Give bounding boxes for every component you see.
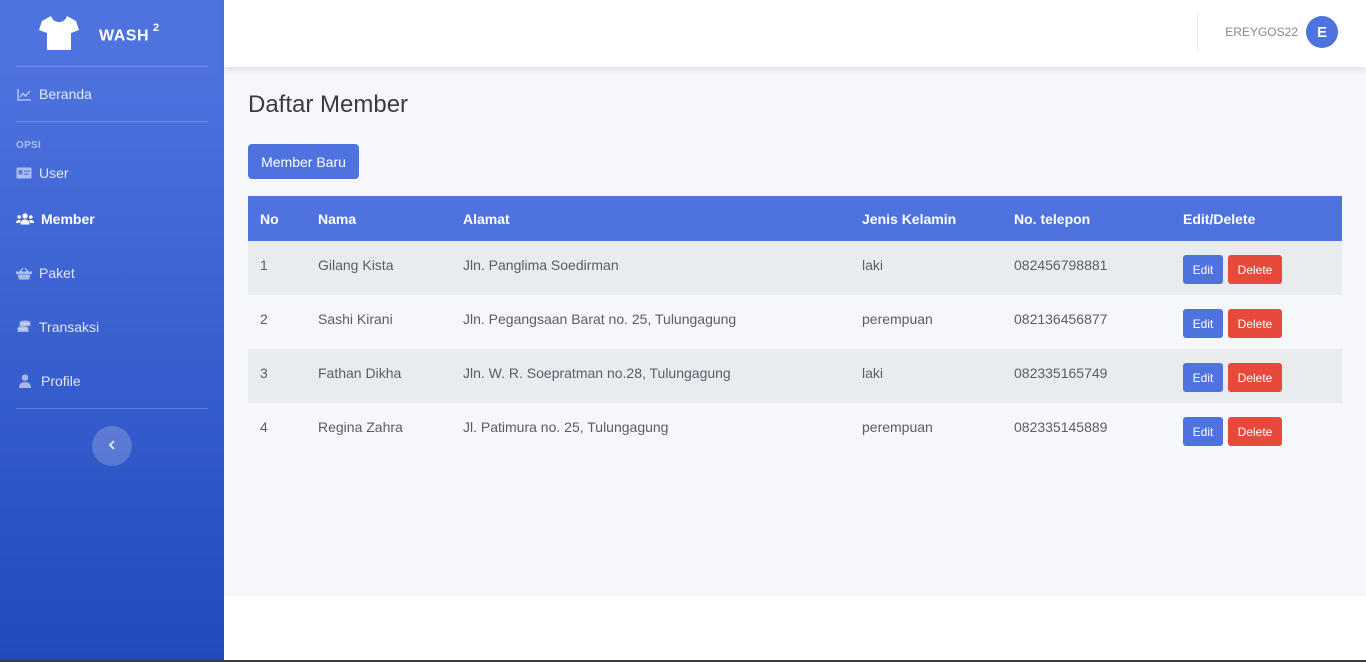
cell-alamat: Jl. Patimura no. 25, Tulungagung	[463, 419, 669, 435]
column-header: No. telepon	[1014, 210, 1091, 227]
cell-jenis-kelamin: perempuan	[862, 311, 933, 327]
user-menu[interactable]: EREYGOS22 E	[1225, 16, 1338, 48]
page-title: Daftar Member	[248, 91, 409, 118]
column-header: Jenis Kelamin	[862, 210, 957, 227]
edit-button[interactable]: Edit	[1183, 417, 1223, 446]
sidebar-heading: OPSI	[16, 140, 42, 151]
table-row: 2 Sashi Kirani Jln. Pegangsaan Barat no.…	[248, 295, 1342, 349]
sidebar-toggle-button[interactable]	[92, 426, 132, 466]
edit-button[interactable]: Edit	[1183, 255, 1223, 284]
cell-nama: Fathan Dikha	[318, 365, 402, 381]
delete-button[interactable]: Delete	[1228, 417, 1282, 446]
topbar: EREYGOS22 E	[224, 0, 1366, 67]
cell-alamat: Jln. Panglima Soedirman	[463, 257, 619, 273]
tshirt-icon	[38, 13, 80, 53]
avatar: E	[1306, 16, 1338, 48]
chevron-left-icon	[108, 437, 116, 455]
column-header: No	[260, 210, 279, 227]
sidebar-item-label: Beranda	[39, 86, 92, 102]
column-header: Alamat	[463, 210, 510, 227]
cell-jenis-kelamin: laki	[862, 365, 884, 381]
delete-button[interactable]: Delete	[1228, 255, 1282, 284]
cell-jenis-kelamin: laki	[862, 257, 884, 273]
edit-button[interactable]: Edit	[1183, 309, 1223, 338]
sidebar-divider	[16, 408, 208, 409]
delete-button[interactable]: Delete	[1228, 309, 1282, 338]
sidebar-item-label: Transaksi	[39, 319, 100, 335]
user-icon	[16, 373, 34, 389]
username: EREYGOS22	[1225, 25, 1298, 39]
cell-no: 3	[260, 365, 268, 381]
table-row: 3 Fathan Dikha Jln. W. R. Soepratman no.…	[248, 349, 1342, 403]
sidebar-item-label: User	[39, 165, 69, 181]
brand[interactable]: WASH 2	[0, 0, 224, 66]
coins-icon	[16, 319, 32, 335]
users-icon	[16, 211, 34, 227]
table-row: 1 Gilang Kista Jln. Panglima Soedirman l…	[248, 241, 1342, 295]
table-header-row: No Nama Alamat Jenis Kelamin No. telepon…	[248, 196, 1342, 241]
main-content: Daftar Member Member Baru No Nama Alamat…	[224, 67, 1366, 596]
cell-actions: Edit Delete	[1171, 241, 1342, 295]
cell-telepon: 082335145889	[1014, 419, 1108, 435]
cell-alamat: Jln. Pegangsaan Barat no. 25, Tulungagun…	[463, 311, 737, 327]
table-row: 4 Regina Zahra Jl. Patimura no. 25, Tulu…	[248, 403, 1342, 457]
cell-actions: Edit Delete	[1171, 295, 1342, 349]
add-member-button[interactable]: Member Baru	[248, 144, 359, 179]
sidebar-item-paket[interactable]: Paket	[0, 246, 224, 300]
cell-no: 1	[260, 257, 268, 273]
edit-button[interactable]: Edit	[1183, 363, 1223, 392]
sidebar-item-member[interactable]: Member	[0, 192, 224, 246]
sidebar-item-transaksi[interactable]: Transaksi	[0, 300, 224, 354]
cell-actions: Edit Delete	[1171, 349, 1342, 403]
cell-no: 2	[260, 311, 268, 327]
delete-button[interactable]: Delete	[1228, 363, 1282, 392]
cell-no: 4	[260, 419, 268, 435]
sidebar-item-beranda[interactable]: Beranda	[0, 67, 224, 121]
cell-alamat: Jln. W. R. Soepratman no.28, Tulungagung	[463, 365, 731, 381]
basket-icon	[16, 265, 32, 281]
column-header: Edit/Delete	[1183, 210, 1256, 227]
sidebar-item-label: Member	[41, 211, 95, 227]
cell-nama: Sashi Kirani	[318, 311, 393, 327]
cell-actions: Edit Delete	[1171, 403, 1342, 457]
column-header: Nama	[318, 210, 357, 227]
sidebar-item-profile[interactable]: Profile	[0, 354, 224, 408]
brand-name: WASH 2	[99, 21, 160, 45]
cell-telepon: 082335165749	[1014, 365, 1108, 381]
cell-telepon: 082136456877	[1014, 311, 1108, 327]
cell-nama: Regina Zahra	[318, 419, 403, 435]
chart-line-icon	[16, 86, 32, 102]
topbar-divider	[1197, 13, 1198, 51]
sidebar: WASH 2 Beranda OPSI User Member Paket Tra…	[0, 0, 224, 662]
member-table: No Nama Alamat Jenis Kelamin No. telepon…	[248, 196, 1342, 457]
sidebar-item-label: Paket	[39, 265, 75, 281]
cell-nama: Gilang Kista	[318, 257, 394, 273]
cell-telepon: 082456798881	[1014, 257, 1108, 273]
id-card-icon	[16, 165, 32, 181]
sidebar-item-label: Profile	[41, 373, 81, 389]
sidebar-item-user[interactable]: User	[0, 154, 224, 192]
cell-jenis-kelamin: perempuan	[862, 419, 933, 435]
